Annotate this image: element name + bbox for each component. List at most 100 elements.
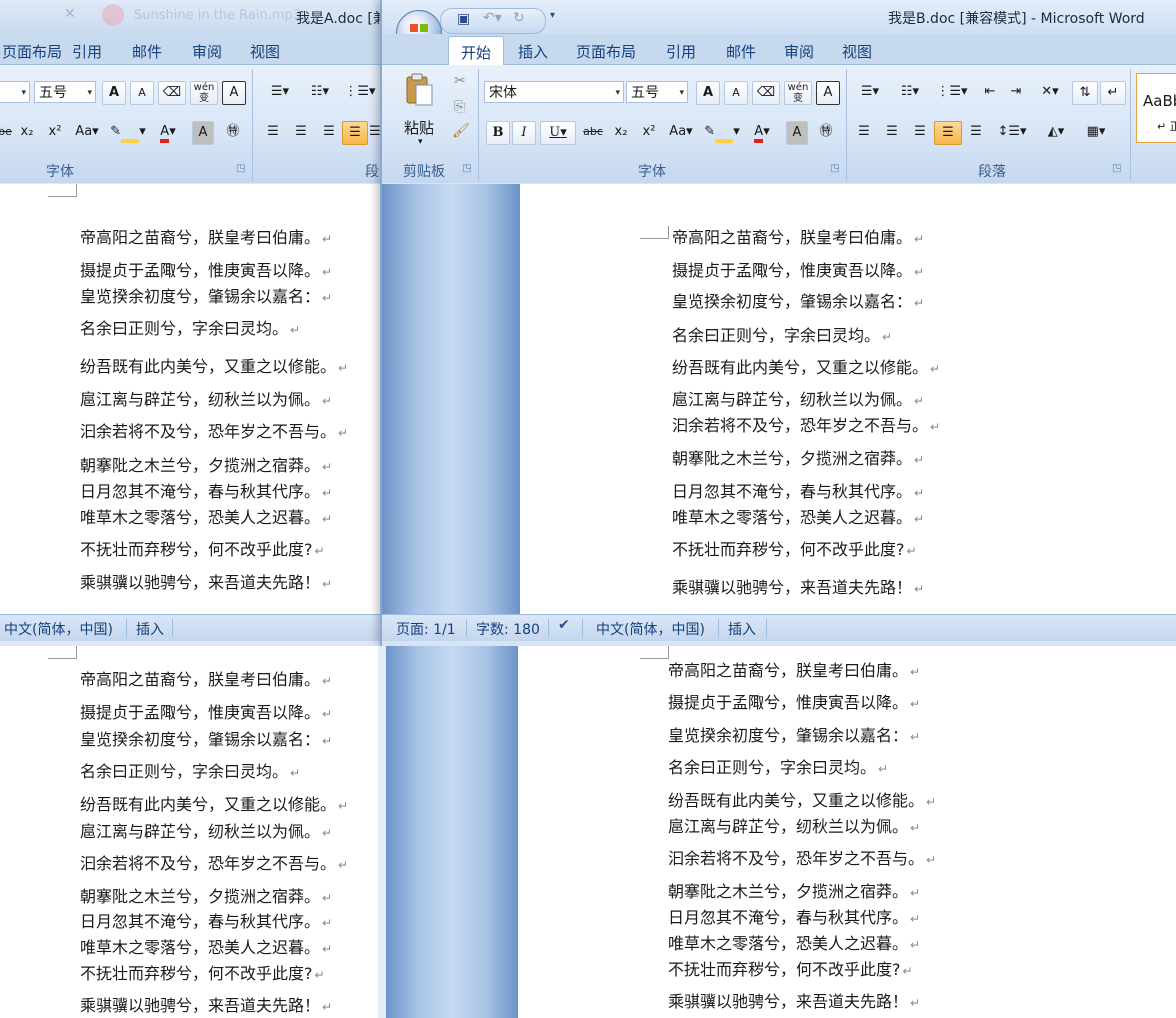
poem-line[interactable]: 扈江离与辟芷兮，纫秋兰以为佩。 ↵ (672, 386, 924, 410)
change-case-button[interactable]: Aa▾ (72, 121, 102, 143)
increase-indent-icon[interactable]: ⇥ (1004, 81, 1028, 103)
align-right-icon[interactable]: ☰ (908, 121, 932, 143)
grow-font-button[interactable]: A (102, 81, 126, 105)
grow-font-button[interactable]: A (696, 81, 720, 105)
char-border-button[interactable]: A (816, 81, 840, 105)
char-shading-button[interactable]: A (192, 121, 214, 145)
dialog-launcher-icon[interactable]: ◳ (462, 163, 471, 174)
numbering-icon[interactable]: ☷▾ (892, 81, 928, 103)
shading-icon[interactable]: ◭▾ (1036, 121, 1076, 143)
align-center-icon[interactable]: ☰ (290, 121, 312, 143)
undo-icon[interactable]: ↶▾ (483, 10, 502, 26)
poem-line[interactable]: 汩余若将不及兮，恐年岁之不吾与。 ↵ (668, 845, 936, 869)
language-status[interactable]: 中文(简体，中国) (4, 619, 113, 639)
poem-line[interactable]: 唯草木之零落兮，恐美人之迟暮。 ↵ (668, 930, 920, 954)
poem-line[interactable]: 摄提贞于孟陬兮，惟庚寅吾以降。 ↵ (80, 699, 332, 723)
dialog-launcher-icon[interactable]: ◳ (830, 163, 839, 174)
poem-line[interactable]: 帝高阳之苗裔兮，朕皇考曰伯庸。 ↵ (668, 657, 920, 681)
lower-left-document-page[interactable]: 帝高阳之苗裔兮，朕皇考曰伯庸。 ↵ 摄提贞于孟陬兮，惟庚寅吾以降。 ↵ 皇览揆余初度兮，… (0, 646, 378, 1018)
distributed-icon[interactable]: ☰ (368, 121, 380, 143)
poem-line[interactable]: 皇览揆余初度兮，肇锡余以嘉名： ↵ (672, 288, 924, 312)
tab-references[interactable]: 引用 (666, 41, 696, 62)
tab-review[interactable]: 审阅 (784, 41, 814, 62)
tab-view[interactable]: 视图 (842, 41, 872, 62)
poem-line[interactable]: 不抚壮而弃秽兮，何不改乎此度? ↵ (672, 536, 917, 560)
dialog-launcher-icon[interactable]: ◳ (236, 163, 245, 174)
clear-format-icon[interactable]: ⌫ (752, 81, 780, 105)
highlight-button[interactable]: ✎ ▾ (702, 121, 742, 143)
language-status[interactable]: 中文(简体，中国) (596, 619, 705, 639)
strikethrough-button[interactable]: abc (580, 121, 606, 143)
poem-line[interactable]: 名余曰正则兮，字余曰灵均。 ↵ (672, 322, 892, 346)
qat-customize-icon[interactable]: ▾ (550, 10, 555, 21)
poem-line[interactable]: 纷吾既有此内美兮，又重之以修能。 ↵ (80, 353, 348, 377)
quick-style-normal[interactable]: AaBb ↵ 正 (1136, 73, 1176, 143)
italic-button[interactable]: I (512, 121, 536, 145)
poem-line[interactable]: 汩余若将不及兮，恐年岁之不吾与。 ↵ (80, 418, 348, 442)
enclose-char-icon[interactable]: ㊕ (222, 121, 244, 143)
strikethrough-button[interactable]: be (0, 121, 14, 143)
tab-view[interactable]: 视图 (250, 41, 280, 62)
justify-icon[interactable]: ☰ (934, 121, 962, 145)
poem-line[interactable]: 纷吾既有此内美兮，又重之以修能。 ↵ (668, 787, 936, 811)
poem-line[interactable]: 乘骐骥以驰骋兮，来吾道夫先路！ ↵ (668, 988, 920, 1012)
bullets-icon[interactable]: ☰▾ (852, 81, 888, 103)
multilevel-list-icon[interactable]: ⋮☰▾ (342, 81, 378, 103)
align-right-icon[interactable]: ☰ (318, 121, 340, 143)
poem-line[interactable]: 唯草木之零落兮，恐美人之迟暮。 ↵ (80, 504, 332, 528)
bold-button[interactable]: B (486, 121, 510, 145)
poem-line[interactable]: 唯草木之零落兮，恐美人之迟暮。 ↵ (80, 934, 332, 958)
save-icon[interactable]: ▣ (457, 11, 470, 27)
poem-line[interactable]: 朝搴阰之木兰兮，夕揽洲之宿莽。 ↵ (668, 878, 920, 902)
poem-line[interactable]: 皇览揆余初度兮，肇锡余以嘉名： ↵ (80, 726, 332, 750)
dialog-launcher-icon[interactable]: ◳ (1112, 163, 1121, 174)
lower-right-document-page[interactable]: 帝高阳之苗裔兮，朕皇考曰伯庸。 ↵ 摄提贞于孟陬兮，惟庚寅吾以降。 ↵ 皇览揆余初度兮，… (518, 646, 1176, 1018)
paste-icon[interactable] (404, 73, 434, 109)
subscript-button[interactable]: x₂ (610, 121, 632, 143)
page-count-status[interactable]: 页面: 1/1 (396, 619, 456, 639)
poem-line[interactable]: 汩余若将不及兮，恐年岁之不吾与。 ↵ (672, 412, 940, 436)
multilevel-list-icon[interactable]: ⋮☰▾ (932, 81, 972, 103)
window-a-document-page[interactable]: 帝高阳之苗裔兮，朕皇考曰伯庸。 ↵ 摄提贞于孟陬兮，惟庚寅吾以降。 ↵ 皇览揆余初度兮，… (0, 184, 380, 614)
underline-button[interactable]: U▾ (540, 121, 576, 145)
font-name-combo[interactable]: ▾ (0, 81, 30, 103)
poem-line[interactable]: 帝高阳之苗裔兮，朕皇考曰伯庸。 ↵ (80, 666, 332, 690)
poem-line[interactable]: 唯草木之零落兮，恐美人之迟暮。 ↵ (672, 504, 924, 528)
font-color-button[interactable]: A▾ (150, 121, 186, 143)
borders-icon[interactable]: ▦▾ (1078, 121, 1114, 143)
poem-line[interactable]: 不抚壮而弃秽兮，何不改乎此度? ↵ (668, 956, 913, 980)
tab-mailings[interactable]: 邮件 (132, 41, 162, 62)
sort-icon[interactable]: ⇅ (1072, 81, 1098, 105)
poem-line[interactable]: 名余曰正则兮，字余曰灵均。 ↵ (80, 758, 300, 782)
font-size-combo[interactable]: 五号 ▾ (626, 81, 688, 103)
line-spacing-icon[interactable]: ↕☰▾ (994, 121, 1030, 143)
phonetic-guide-button[interactable]: wén 变 (190, 81, 218, 105)
poem-line[interactable]: 朝搴阰之木兰兮，夕揽洲之宿莽。 ↵ (80, 452, 332, 476)
poem-line[interactable]: 乘骐骥以驰骋兮，来吾道夫先路！ ↵ (80, 992, 332, 1016)
tab-mailings[interactable]: 邮件 (726, 41, 756, 62)
paste-dropdown-icon[interactable]: ▾ (418, 137, 423, 147)
tab-page-layout[interactable]: 页面布局 (576, 41, 636, 62)
poem-line[interactable]: 扈江离与辟芷兮，纫秋兰以为佩。 ↵ (80, 818, 332, 842)
change-case-button[interactable]: Aa▾ (664, 121, 698, 143)
poem-line[interactable]: 日月忽其不淹兮，春与秋其代序。 ↵ (672, 478, 924, 502)
poem-line[interactable]: 摄提贞于孟陬兮，惟庚寅吾以降。 ↵ (80, 257, 332, 281)
poem-line[interactable]: 日月忽其不淹兮，春与秋其代序。 ↵ (80, 908, 332, 932)
poem-line[interactable]: 摄提贞于孟陬兮，惟庚寅吾以降。 ↵ (668, 689, 920, 713)
insert-mode-status[interactable]: 插入 (136, 619, 164, 639)
poem-line[interactable]: 不抚壮而弃秽兮，何不改乎此度? ↵ (80, 536, 325, 560)
paste-button[interactable]: 粘贴 (404, 117, 434, 138)
poem-line[interactable]: 不抚壮而弃秽兮，何不改乎此度? ↵ (80, 960, 325, 984)
char-border-button[interactable]: A (222, 81, 246, 105)
proofing-icon[interactable]: ✔ (558, 617, 570, 633)
font-color-button[interactable]: A▾ (744, 121, 780, 143)
poem-line[interactable]: 摄提贞于孟陬兮，惟庚寅吾以降。 ↵ (672, 257, 924, 281)
cut-icon[interactable]: ✂ (454, 73, 466, 89)
bullets-icon[interactable]: ☰▾ (262, 81, 298, 103)
poem-line[interactable]: 朝搴阰之木兰兮，夕揽洲之宿莽。 ↵ (80, 883, 332, 907)
poem-line[interactable]: 朝搴阰之木兰兮，夕揽洲之宿莽。 ↵ (672, 445, 924, 469)
font-size-combo[interactable]: 五号 ▾ (34, 81, 96, 103)
font-name-combo[interactable]: 宋体 ▾ (484, 81, 624, 103)
clear-format-icon[interactable]: ⌫ (158, 81, 186, 105)
poem-line[interactable]: 纷吾既有此内美兮，又重之以修能。 ↵ (672, 354, 940, 378)
